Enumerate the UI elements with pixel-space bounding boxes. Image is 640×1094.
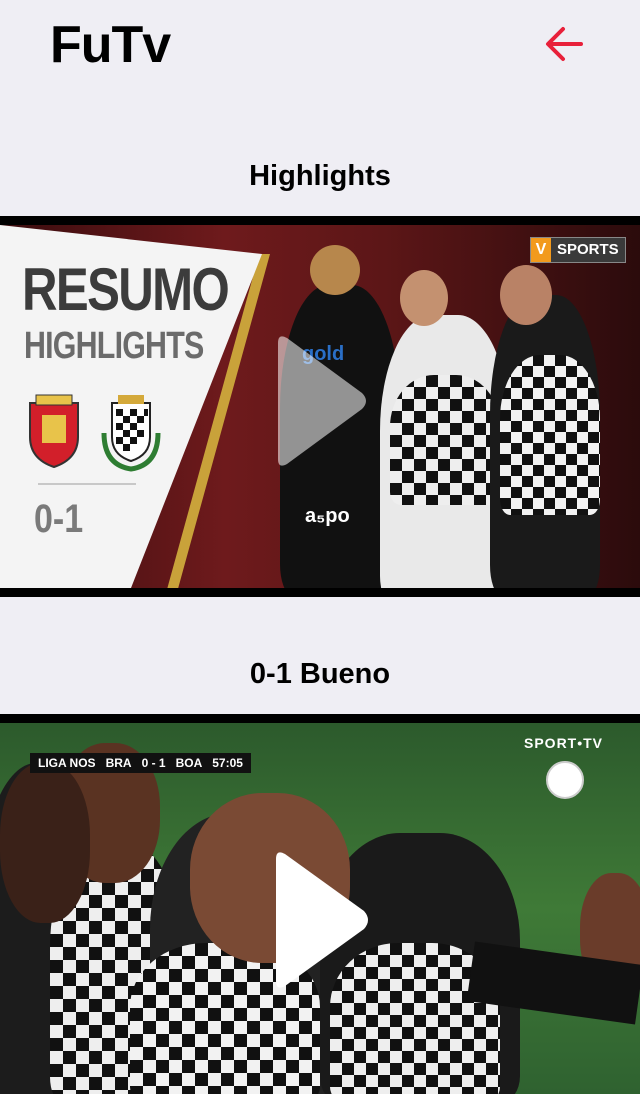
video-title-highlights: Highlights — [249, 160, 391, 192]
app-title: FuTv — [50, 16, 171, 74]
video-player-bueno[interactable]: LIGA NOS BRA 0 - 1 BOA 57:05 SPORT•TV — [0, 714, 640, 1094]
league-logo-icon — [546, 761, 584, 799]
arrow-left-icon — [546, 27, 583, 61]
video-title-bueno: 0-1 Bueno — [249, 658, 391, 690]
channel-logo: SPORT•TV — [524, 735, 604, 751]
video-player-highlights[interactable]: gold a₅po RESUMO HIGHLIGHTS 0-1 V SPORTS — [0, 216, 640, 597]
thumbnail-heading: RESUMO — [22, 256, 230, 323]
back-button[interactable] — [536, 18, 592, 70]
app-header: FuTv — [0, 0, 640, 100]
match-scorebar: LIGA NOS BRA 0 - 1 BOA 57:05 — [30, 753, 251, 773]
sponsor-text-2: a₅po — [305, 505, 350, 527]
boavista-crest-icon — [101, 395, 161, 472]
braga-crest-icon — [29, 394, 79, 469]
play-icon[interactable] — [270, 331, 370, 471]
thumbnail-score: 0-1 — [34, 497, 84, 541]
play-icon[interactable] — [268, 847, 372, 993]
thumbnail-subheading: HIGHLIGHTS — [24, 325, 204, 367]
channel-badge: V SPORTS — [530, 237, 626, 263]
